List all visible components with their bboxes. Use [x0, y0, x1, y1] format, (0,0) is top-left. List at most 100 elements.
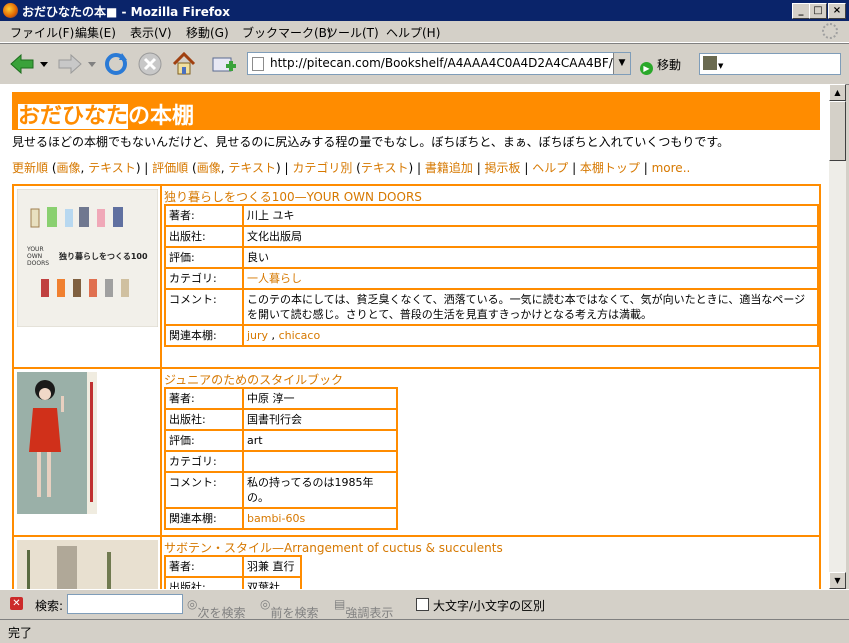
publisher-value: 双葉社: [242, 576, 302, 589]
book-title[interactable]: ジュニアのためのスタイルブック: [164, 371, 343, 388]
cover-text-doors: DOORS: [27, 260, 49, 267]
find-next-button[interactable]: ◎ 次を検索: [187, 597, 246, 620]
category-link[interactable]: 一人暮らし: [242, 267, 819, 290]
scroll-thumb[interactable]: [829, 101, 846, 161]
book-info-table: 著者: 川上 ユキ 出版社: 文化出版局 評価: 良い カテゴリ: 一人暮らし コメント…: [164, 204, 819, 347]
nav-link[interactable]: 書籍追加: [425, 161, 473, 175]
nav-separator: |: [568, 161, 580, 175]
menu-edit[interactable]: 編集(E): [75, 24, 116, 41]
author-value: 中原 淳一: [242, 387, 398, 410]
related-link[interactable]: jury: [247, 329, 268, 342]
stop-icon[interactable]: [136, 50, 164, 78]
firefox-icon: [3, 3, 18, 18]
menu-view[interactable]: 表示(V): [130, 24, 172, 41]
nav-link[interactable]: 更新順: [12, 161, 48, 175]
new-tab-icon[interactable]: [210, 50, 238, 78]
menu-go[interactable]: 移動(G): [186, 24, 229, 41]
nav-link[interactable]: テキスト: [361, 161, 409, 175]
book-title[interactable]: サボテン・スタイル—Arrangement of cuctus & succul…: [164, 539, 503, 556]
url-dropdown-icon[interactable]: ▼: [613, 53, 630, 74]
comment-label: コメント:: [164, 471, 244, 509]
scroll-down-icon[interactable]: ▼: [829, 572, 846, 589]
menu-file[interactable]: ファイル(F): [10, 24, 74, 41]
nav-separator: (: [188, 161, 197, 175]
book-cover-image[interactable]: [17, 372, 97, 514]
status-bar: 完了: [0, 619, 849, 643]
minimize-button[interactable]: _: [792, 3, 810, 19]
go-button[interactable]: ▶ 移動: [640, 56, 681, 75]
vertical-scrollbar[interactable]: ▲ ▼: [829, 84, 846, 589]
find-bar: ✕ 検索: ◎ 次を検索 ◎ 前を検索 ▤ 強調表示 大文字/小文字の区別: [0, 589, 849, 620]
book-title[interactable]: 独り暮らしをつくる100—YOUR OWN DOORS: [164, 188, 422, 205]
comment-value: 私の持ってるのは1985年の。: [242, 471, 398, 509]
find-input[interactable]: [67, 594, 183, 614]
cover-title-jp: 独り暮らしをつくる100: [58, 251, 148, 261]
publisher-value: 国書刊行会: [242, 408, 398, 431]
back-dropdown-icon[interactable]: [40, 62, 48, 68]
book-cover-image[interactable]: [17, 540, 158, 589]
menu-help[interactable]: ヘルプ(H): [386, 24, 440, 41]
rating-value: 良い: [242, 246, 819, 269]
throbber-icon: [822, 23, 838, 39]
nav-separator: ) |: [135, 161, 153, 175]
go-icon: ▶: [640, 62, 653, 75]
related-link[interactable]: bambi-60s: [242, 507, 398, 530]
search-input[interactable]: ▼: [699, 53, 841, 75]
author-value: 羽兼 直行: [242, 555, 302, 578]
nav-separator: |: [520, 161, 533, 175]
book-cover-cell: [14, 369, 162, 535]
nav-link[interactable]: more..: [652, 161, 691, 175]
cover-text-your: YOUR: [26, 246, 44, 253]
home-icon[interactable]: [170, 50, 198, 78]
forward-dropdown-icon[interactable]: [88, 62, 96, 68]
menu-bookmarks[interactable]: ブックマーク(B): [242, 24, 332, 41]
reload-icon[interactable]: [102, 50, 130, 78]
menu-tools[interactable]: ツール(T): [326, 24, 379, 41]
book-entry: サボテン・スタイル—Arrangement of cuctus & succul…: [12, 535, 821, 589]
author-label: 著者:: [164, 387, 244, 410]
publisher-label: 出版社:: [164, 225, 244, 248]
search-engine-icon[interactable]: [703, 56, 717, 70]
close-button[interactable]: ×: [828, 3, 846, 19]
content-area: おだひなたの本棚 見せるほどの本棚でもないんだけど、見せるのに尻込みする程の量で…: [0, 84, 829, 589]
title-bar: おだひなたの本■ - Mozilla Firefox _ □ ×: [0, 0, 849, 21]
case-checkbox[interactable]: [416, 598, 429, 611]
author-label: 著者:: [164, 204, 244, 227]
nav-link[interactable]: テキスト: [88, 161, 136, 175]
book-cover-cell: [14, 537, 162, 589]
find-prev-button[interactable]: ◎ 前を検索: [260, 597, 319, 620]
maximize-button[interactable]: □: [809, 3, 827, 19]
nav-link[interactable]: 画像: [57, 161, 81, 175]
publisher-label: 出版社:: [164, 576, 244, 589]
find-label: 検索:: [35, 599, 64, 613]
back-arrow-icon[interactable]: [8, 50, 36, 78]
author-value: 川上 ユキ: [242, 204, 819, 227]
comment-label: コメント:: [164, 288, 244, 326]
rating-value: art: [242, 429, 398, 452]
nav-link[interactable]: 画像: [197, 161, 221, 175]
scroll-up-icon[interactable]: ▲: [829, 84, 846, 101]
author-label: 著者:: [164, 555, 244, 578]
url-text[interactable]: http://pitecan.com/Bookshelf/A4AAA4C0A4D…: [270, 56, 613, 70]
highlight-button[interactable]: ▤ 強調表示: [334, 597, 393, 620]
close-find-icon[interactable]: ✕: [10, 597, 23, 610]
comment-value: このテの本にしては、貧乏臭くなくて、洒落ている。一気に読む本ではなくて、気が向い…: [242, 288, 819, 326]
nav-link[interactable]: 本棚トップ: [580, 161, 640, 175]
search-engine-dropdown-icon[interactable]: ▼: [718, 62, 723, 70]
page-title-rest: の本棚: [128, 104, 195, 129]
case-label: 大文字/小文字の区別: [433, 599, 546, 613]
nav-link[interactable]: 評価順: [152, 161, 188, 175]
nav-link[interactable]: テキスト: [228, 161, 276, 175]
book-entry: YOUR OWN DOORS 独り暮らしをつくる100 独り暮らしをつくる100…: [12, 184, 821, 369]
go-label: 移動: [657, 58, 682, 72]
related-link[interactable]: chicaco: [279, 329, 321, 342]
category-label: カテゴリ:: [164, 450, 244, 473]
url-bar[interactable]: http://pitecan.com/Bookshelf/A4AAA4C0A4D…: [247, 52, 631, 75]
book-cover-image[interactable]: YOUR OWN DOORS 独り暮らしをつくる100: [17, 189, 158, 327]
nav-link[interactable]: ヘルプ: [532, 161, 568, 175]
nav-link[interactable]: 掲示板: [485, 161, 521, 175]
nav-link[interactable]: カテゴリ別: [292, 161, 352, 175]
page-description: 見せるほどの本棚でもないんだけど、見せるのに尻込みする程の量でもなし。ぼちぼちと…: [12, 135, 730, 149]
rating-label: 評価:: [164, 429, 244, 452]
forward-arrow-icon[interactable]: [56, 50, 84, 78]
